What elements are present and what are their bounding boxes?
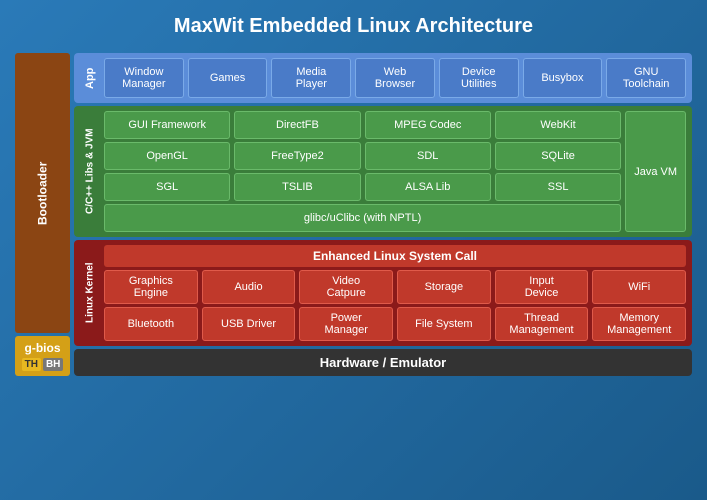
main-container: MaxWit Embedded Linux Architecture Bootl… xyxy=(0,0,707,500)
bootloader-column: Bootloader g-bios TH BH xyxy=(15,53,70,376)
kernel-usb-driver: USB Driver xyxy=(202,307,296,341)
kernel-thread-mgmt: ThreadManagement xyxy=(495,307,589,341)
libs-row-1: GUI Framework DirectFB MPEG Codec WebKit xyxy=(104,111,621,139)
architecture-layout: Bootloader g-bios TH BH App WindowManage… xyxy=(15,53,692,376)
lib-opengl: OpenGL xyxy=(104,142,230,170)
kernel-bluetooth: Bluetooth xyxy=(104,307,198,341)
gbios-block: g-bios TH BH xyxy=(15,336,70,376)
app-box-games: Games xyxy=(188,58,268,98)
lib-sgl: SGL xyxy=(104,173,230,201)
gbios-sub-labels: TH BH xyxy=(18,358,67,371)
kernel-input-device: InputDevice xyxy=(495,270,589,304)
bh-tag: BH xyxy=(43,358,63,371)
lib-alsa: ALSA Lib xyxy=(365,173,491,201)
app-box-web-browser: WebBrowser xyxy=(355,58,435,98)
kernel-row-1: GraphicsEngine Audio VideoCatpure Storag… xyxy=(104,270,686,304)
lib-directfb: DirectFB xyxy=(234,111,360,139)
kernel-graphics-engine: GraphicsEngine xyxy=(104,270,198,304)
kernel-title: Enhanced Linux System Call xyxy=(104,245,686,267)
app-layer-label: App xyxy=(80,58,100,98)
libs-row-4: glibc/uClibc (with NPTL) xyxy=(104,204,621,232)
app-box-device-utilities: DeviceUtilities xyxy=(439,58,519,98)
kernel-content: Enhanced Linux System Call GraphicsEngin… xyxy=(104,245,686,341)
page-title: MaxWit Embedded Linux Architecture xyxy=(15,10,692,43)
lib-ssl: SSL xyxy=(495,173,621,201)
app-boxes: WindowManager Games MediaPlayer WebBrows… xyxy=(104,58,686,98)
kernel-row-2: Bluetooth USB Driver PowerManager File S… xyxy=(104,307,686,341)
kernel-video-capture: VideoCatpure xyxy=(299,270,393,304)
libs-javavm: Java VM xyxy=(625,111,686,232)
gbios-label: g-bios xyxy=(18,341,67,355)
lib-gui-framework: GUI Framework xyxy=(104,111,230,139)
kernel-file-system: File System xyxy=(397,307,491,341)
app-layer: App WindowManager Games MediaPlayer WebB… xyxy=(74,53,692,103)
kernel-wifi: WiFi xyxy=(592,270,686,304)
bootloader-label: Bootloader xyxy=(15,53,70,333)
app-box-busybox: Busybox xyxy=(523,58,603,98)
lib-tslib: TSLIB xyxy=(234,173,360,201)
kernel-audio: Audio xyxy=(202,270,296,304)
hardware-layer: Hardware / Emulator xyxy=(74,349,692,376)
libs-row-2: OpenGL FreeType2 SDL SQLite xyxy=(104,142,621,170)
lib-mpeg-codec: MPEG Codec xyxy=(365,111,491,139)
th-tag: TH xyxy=(22,358,41,371)
lib-javavm: Java VM xyxy=(625,111,686,232)
app-box-gnu-toolchain: GNUToolchain xyxy=(606,58,686,98)
libs-row-3: SGL TSLIB ALSA Lib SSL xyxy=(104,173,621,201)
kernel-layer-label: Linux Kernel xyxy=(80,245,100,341)
lib-sqlite: SQLite xyxy=(495,142,621,170)
kernel-storage: Storage xyxy=(397,270,491,304)
kernel-layer: Linux Kernel Enhanced Linux System Call … xyxy=(74,240,692,346)
content-column: App WindowManager Games MediaPlayer WebB… xyxy=(74,53,692,376)
app-box-media-player: MediaPlayer xyxy=(271,58,351,98)
kernel-memory-mgmt: MemoryManagement xyxy=(592,307,686,341)
lib-freetype2: FreeType2 xyxy=(234,142,360,170)
app-box-window-manager: WindowManager xyxy=(104,58,184,98)
libs-layer: C/C++ Libs & JVM GUI Framework DirectFB … xyxy=(74,106,692,237)
libs-content: GUI Framework DirectFB MPEG Codec WebKit… xyxy=(104,111,621,232)
kernel-power-manager: PowerManager xyxy=(299,307,393,341)
lib-webkit: WebKit xyxy=(495,111,621,139)
lib-glibc: glibc/uClibc (with NPTL) xyxy=(104,204,621,232)
lib-sdl: SDL xyxy=(365,142,491,170)
libs-layer-label: C/C++ Libs & JVM xyxy=(80,111,100,232)
